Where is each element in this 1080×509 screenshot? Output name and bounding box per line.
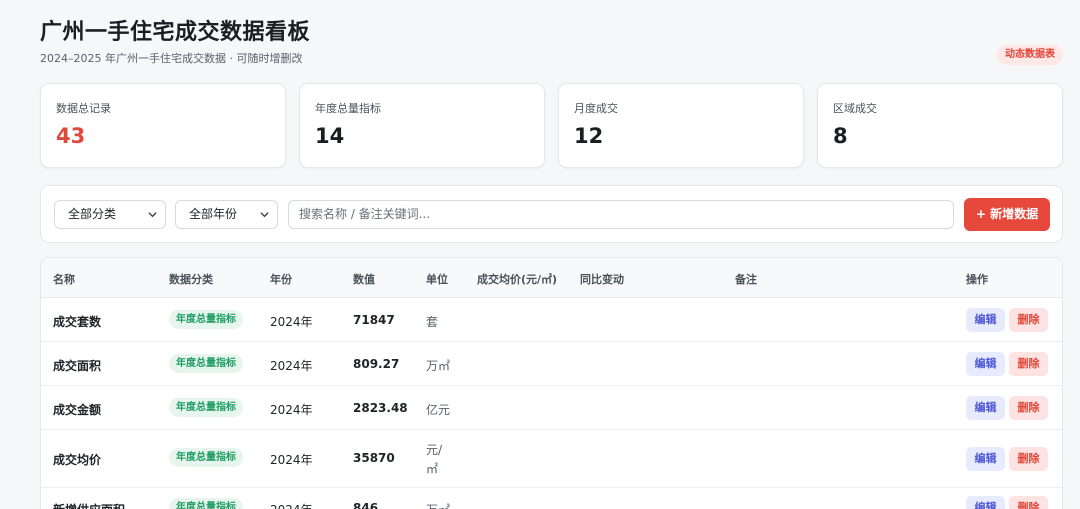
category-badge: 年度总量指标 xyxy=(169,498,243,509)
edit-button[interactable]: 编辑 xyxy=(966,352,1005,376)
row-unit: 元/ xyxy=(426,443,443,457)
stat-value: 43 xyxy=(56,124,86,148)
year-select[interactable]: 全部年份 xyxy=(175,200,278,229)
edit-button[interactable]: 编辑 xyxy=(966,496,1005,509)
page-subtitle: 2024–2025 年广州一手住宅成交数据 · 可随时增删改 xyxy=(40,52,303,65)
chevron-down-icon xyxy=(260,212,269,218)
row-year: 2024年 xyxy=(270,359,313,373)
delete-button[interactable]: 删除 xyxy=(1009,308,1048,332)
stat-label: 月度成交 xyxy=(574,102,618,115)
stat-card-total-records: 数据总记录 43 xyxy=(40,83,286,168)
category-badge: 年度总量指标 xyxy=(169,310,243,329)
category-badge: 年度总量指标 xyxy=(169,448,243,467)
stat-label: 年度总量指标 xyxy=(315,102,381,115)
table-row: 成交均价 年度总量指标 2024年 35870 元/ ㎡ 编辑 删除 xyxy=(41,430,1062,488)
column-header-yoy-change[interactable]: 同比变动 xyxy=(580,271,624,287)
table-row: 成交套数 年度总量指标 2024年 71847 套 编辑 删除 xyxy=(41,298,1062,342)
column-header-name[interactable]: 名称 xyxy=(53,271,75,287)
stat-card-district-deals: 区域成交 8 xyxy=(817,83,1063,168)
stat-card-annual-indicators: 年度总量指标 14 xyxy=(299,83,545,168)
stat-card-monthly-deals: 月度成交 12 xyxy=(558,83,804,168)
stat-value: 12 xyxy=(574,124,604,148)
column-header-unit[interactable]: 单位 xyxy=(426,271,448,287)
delete-button[interactable]: 删除 xyxy=(1009,352,1048,376)
edit-button[interactable]: 编辑 xyxy=(966,308,1005,332)
dynamic-table-badge: 动态数据表 xyxy=(997,45,1063,65)
row-unit: 套 xyxy=(426,315,439,329)
stats-row: 数据总记录 43 年度总量指标 14 月度成交 12 区域成交 8 xyxy=(40,83,1063,168)
column-header-year[interactable]: 年份 xyxy=(270,271,292,287)
column-header-actions: 操作 xyxy=(966,273,988,286)
stat-label: 数据总记录 xyxy=(56,102,111,115)
row-value: 71847 xyxy=(353,313,395,327)
filter-bar: 全部分类 全部年份 搜索名称 / 备注关键词... + 新增数据 xyxy=(40,185,1063,243)
page-title: 广州一手住宅成交数据看板 xyxy=(40,20,311,45)
row-value: 2823.48 xyxy=(353,401,408,415)
row-year: 2024年 xyxy=(270,403,313,417)
stat-value: 14 xyxy=(315,124,345,148)
row-unit: 亿元 xyxy=(426,403,451,417)
dashboard-page: 广州一手住宅成交数据看板 2024–2025 年广州一手住宅成交数据 · 可随时… xyxy=(40,0,1063,509)
column-header-notes[interactable]: 备注 xyxy=(735,271,757,287)
row-unit: 万㎡ xyxy=(426,359,451,373)
row-name: 成交面积 xyxy=(53,359,102,373)
column-header-value[interactable]: 数值 xyxy=(353,271,375,287)
column-header-category[interactable]: 数据分类 xyxy=(169,271,213,287)
row-name: 成交套数 xyxy=(53,315,102,329)
category-badge: 年度总量指标 xyxy=(169,354,243,373)
row-name: 成交金额 xyxy=(53,403,102,417)
search-input[interactable]: 搜索名称 / 备注关键词... xyxy=(288,200,954,229)
stat-label: 区域成交 xyxy=(833,102,877,115)
row-unit: 万㎡ xyxy=(426,501,450,509)
row-year: 2024年 xyxy=(270,453,313,467)
table-row: 新增供应面积 年度总量指标 2024年 846 万㎡ 编辑 删除 xyxy=(41,488,1062,509)
edit-button[interactable]: 编辑 xyxy=(966,396,1005,420)
row-value: 809.27 xyxy=(353,357,400,371)
table-header: 名称 数据分类 年份 数值 单位 成交均价(元/㎡) 同比变动 备注 操作 xyxy=(41,258,1062,298)
category-badge: 年度总量指标 xyxy=(169,398,243,417)
row-unit-continued: ㎡ xyxy=(426,462,439,476)
delete-button[interactable]: 删除 xyxy=(1009,396,1048,420)
row-year: 2024年 xyxy=(270,315,313,329)
delete-button[interactable]: 删除 xyxy=(1009,447,1048,471)
row-name: 成交均价 xyxy=(53,453,102,467)
add-data-button[interactable]: + 新增数据 xyxy=(964,198,1050,231)
year-select-value: 全部年份 xyxy=(189,207,238,221)
column-header-avg-price[interactable]: 成交均价(元/㎡) xyxy=(477,271,557,287)
table-row: 成交面积 年度总量指标 2024年 809.27 万㎡ 编辑 删除 xyxy=(41,342,1062,386)
delete-button[interactable]: 删除 xyxy=(1009,496,1048,509)
data-table: 名称 数据分类 年份 数值 单位 成交均价(元/㎡) 同比变动 备注 操作 成交… xyxy=(40,257,1063,509)
edit-button[interactable]: 编辑 xyxy=(966,447,1005,471)
category-select-value: 全部分类 xyxy=(68,207,117,221)
row-year: 2024年 xyxy=(270,501,313,509)
chevron-down-icon xyxy=(148,212,157,218)
row-name: 新增供应面积 xyxy=(53,501,125,509)
stat-value: 8 xyxy=(833,124,848,148)
table-row: 成交金额 年度总量指标 2024年 2823.48 亿元 编辑 删除 xyxy=(41,386,1062,430)
row-value: 846 xyxy=(353,501,379,509)
category-select[interactable]: 全部分类 xyxy=(54,200,166,229)
row-value: 35870 xyxy=(353,451,395,465)
